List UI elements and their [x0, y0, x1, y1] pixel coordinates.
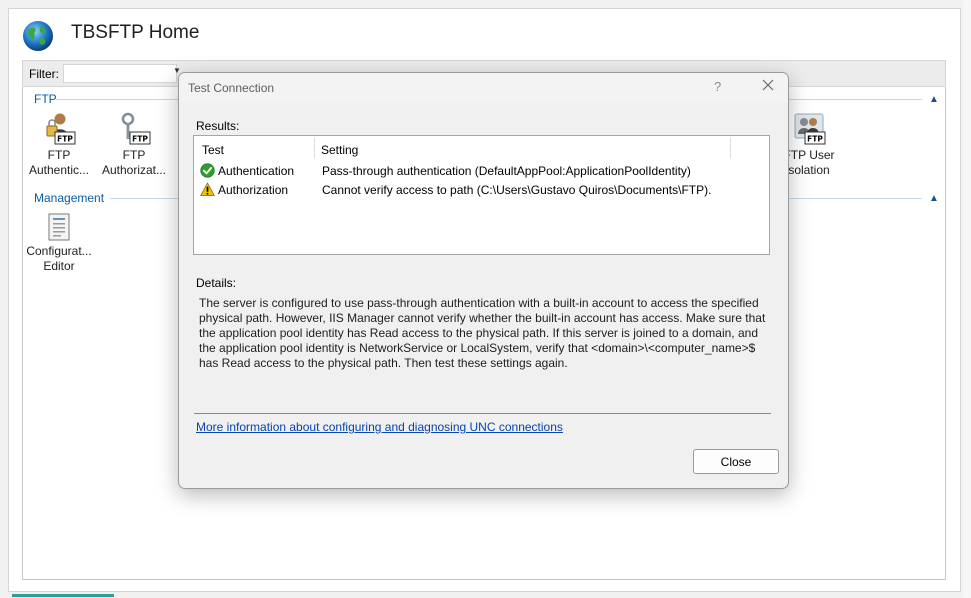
- column-separator: [314, 137, 315, 159]
- result-test: Authentication: [218, 164, 295, 178]
- ftp-authentication-icon: FTP: [46, 113, 76, 145]
- content-border-bottom: [22, 579, 946, 580]
- feature-label: Configurat...: [26, 244, 92, 258]
- filter-label: Filter:: [29, 67, 59, 81]
- details-label: Details:: [196, 276, 237, 290]
- dialog-titlebar[interactable]: Test Connection ?: [179, 73, 788, 103]
- result-row[interactable]: Authorization Cannot verify access to pa…: [198, 181, 758, 199]
- result-setting: Cannot verify access to path (C:\Users\G…: [322, 183, 712, 197]
- result-setting: Pass-through authentication (DefaultAppP…: [322, 164, 691, 178]
- configuration-editor-icon: [48, 213, 70, 241]
- ftp-user-isolation-icon: FTP: [794, 113, 826, 145]
- success-check-icon: [200, 163, 215, 178]
- page-title: TBSFTP Home: [71, 22, 200, 43]
- results-label: Results:: [196, 119, 240, 133]
- feature-configuration-editor[interactable]: Configurat... Editor: [21, 212, 97, 274]
- svg-text:FTP: FTP: [57, 135, 73, 144]
- filter-input[interactable]: [63, 64, 177, 83]
- feature-label: Editor: [43, 259, 75, 273]
- details-text: The server is configured to use pass-thr…: [199, 296, 766, 370]
- column-header-setting[interactable]: Setting: [321, 143, 358, 157]
- dialog-title: Test Connection: [188, 81, 275, 95]
- taskbar-accent: [12, 594, 114, 597]
- warning-icon: [200, 182, 215, 196]
- results-list[interactable]: Test Setting Authentication Pass-through…: [193, 135, 770, 255]
- feature-ftp-authorization[interactable]: FTP FTP Authorizat...: [96, 112, 172, 178]
- close-icon[interactable]: [761, 78, 775, 92]
- group-header-ftp[interactable]: FTP: [34, 92, 57, 106]
- help-button[interactable]: ?: [714, 79, 721, 94]
- feature-label: Authentic...: [28, 163, 90, 177]
- feature-label: FTP: [122, 148, 146, 162]
- feature-label: FTP: [47, 148, 71, 162]
- more-info-link[interactable]: More information about configuring and d…: [196, 420, 563, 434]
- feature-label: Authorizat...: [101, 163, 167, 177]
- svg-text:FTP: FTP: [807, 135, 823, 144]
- column-separator: [730, 137, 731, 159]
- svg-text:FTP: FTP: [132, 135, 148, 144]
- collapse-ftp-chevron-icon[interactable]: ▲: [929, 94, 939, 105]
- collapse-management-chevron-icon[interactable]: ▲: [929, 193, 939, 204]
- group-header-management[interactable]: Management: [34, 191, 104, 205]
- close-button[interactable]: Close: [693, 449, 779, 474]
- content-border-right: [945, 87, 946, 580]
- column-header-test[interactable]: Test: [202, 143, 224, 157]
- test-connection-dialog: Test Connection ? Results: Test Setting …: [178, 72, 789, 489]
- feature-ftp-authentication[interactable]: FTP FTP Authentic...: [21, 112, 97, 178]
- details-textbox[interactable]: The server is configured to use pass-thr…: [194, 293, 771, 414]
- ftp-authorization-icon: FTP: [121, 112, 151, 145]
- result-row[interactable]: Authentication Pass-through authenticati…: [198, 162, 758, 180]
- result-test: Authorization: [218, 183, 289, 197]
- globe-icon: [23, 21, 53, 51]
- window-edge: [963, 0, 971, 598]
